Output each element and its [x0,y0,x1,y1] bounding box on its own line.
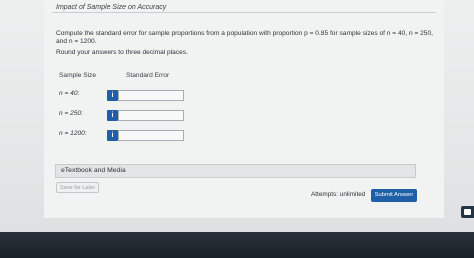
column-header-standard-error: Standard Error [126,72,170,79]
info-icon[interactable]: i [107,110,118,121]
title-divider [52,12,436,13]
answer-input-n250[interactable] [118,110,184,121]
row-label-n250: n = 250: [59,110,84,117]
attempts-label: Attempts: unlimited [311,191,366,198]
info-icon[interactable]: i [107,90,118,101]
column-header-sample-size: Sample Size [59,72,97,79]
page-title: Impact of Sample Size on Accuracy [56,4,167,11]
submit-answer-button[interactable]: Submit Answer [371,189,417,202]
answer-input-n1200[interactable] [118,130,184,141]
chat-bubble-icon [464,209,471,215]
chat-widget-icon[interactable] [461,206,474,218]
info-icon[interactable]: i [107,130,118,141]
save-for-later-button[interactable]: Save for Later [56,182,99,193]
row-label-n1200: n = 1200: [59,130,87,137]
etextbook-media-bar[interactable]: eTextbook and Media [55,164,416,178]
answer-input-n40[interactable] [118,90,184,101]
question-text: Compute the standard error for sample pr… [56,30,433,45]
row-label-n40: n = 40: [59,90,80,97]
bottom-bar [0,232,474,258]
instruction-text: Round your answers to three decimal plac… [56,49,188,56]
page: Impact of Sample Size on Accuracy Comput… [0,0,474,258]
